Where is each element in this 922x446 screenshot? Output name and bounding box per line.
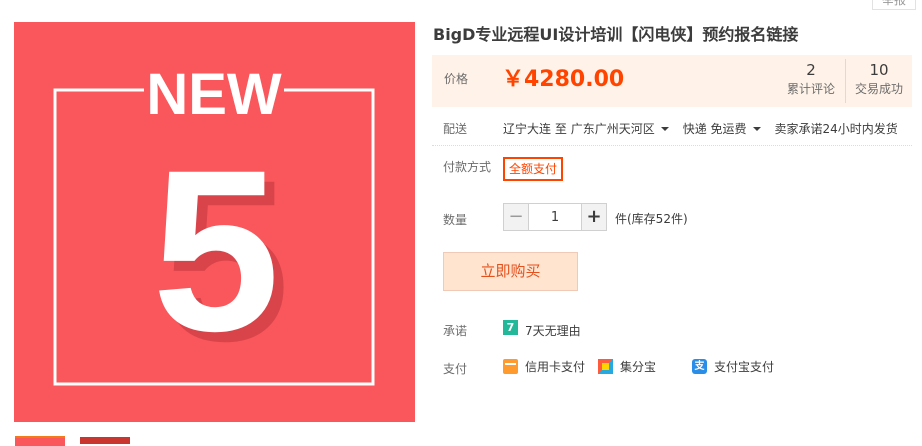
price-panel: 价格 ￥4280.00 2 累计评论 10 交易成功: [432, 55, 912, 107]
promise-label: 承诺: [443, 324, 468, 338]
sales-count: 10: [869, 61, 889, 79]
quantity-label: 数量: [443, 213, 468, 227]
pay-method-label: 集分宝: [620, 360, 657, 374]
decrease-button[interactable]: −: [503, 203, 529, 231]
ship-method-select[interactable]: 快递 免运费: [683, 122, 775, 136]
review-count: 2: [806, 61, 816, 79]
product-main-image: NEW 5 5: [14, 22, 415, 422]
payment-label: 支付: [443, 362, 468, 376]
sales-count-stat: 10 交易成功: [848, 61, 910, 97]
price-value: ￥4280.00: [502, 67, 625, 92]
payment-methods-row: 支付: [443, 360, 503, 377]
ship-to-word: 至: [554, 122, 567, 136]
pay-method-label: 信用卡支付: [525, 360, 586, 374]
payment-option-row: 付款方式: [443, 158, 503, 175]
ship-promise: 卖家承诺24小时内发货: [774, 122, 898, 136]
chevron-down-icon: [752, 127, 761, 131]
review-count-label: 累计评论: [786, 82, 835, 96]
poster-number: 5: [152, 122, 280, 379]
jifenbao-icon: [598, 359, 613, 374]
shipping-row: 配送 辽宁大连 至 广东广州天河区 快递 免运费 卖家承诺24小时内发货: [443, 120, 898, 137]
thumbnail-2[interactable]: [80, 437, 130, 444]
payment-option-label: 付款方式: [443, 160, 492, 174]
credit-card-icon: [503, 359, 518, 374]
chevron-down-icon: [660, 127, 669, 131]
quantity-row: 数量: [443, 211, 503, 228]
sales-count-label: 交易成功: [854, 82, 903, 96]
alipay-icon: 支: [692, 359, 707, 374]
stat-divider: [845, 59, 846, 103]
stock-info: 件(库存52件): [615, 212, 688, 226]
report-link[interactable]: 举报: [872, 0, 916, 10]
shipping-label: 配送: [443, 122, 468, 136]
pay-method-label: 支付宝支付: [714, 360, 775, 374]
thumbnail-1[interactable]: [15, 436, 65, 446]
section-divider: [432, 145, 912, 147]
promise-row: 承诺: [443, 322, 503, 339]
quantity-input[interactable]: [528, 203, 582, 231]
full-payment-option[interactable]: 全额支付: [503, 157, 563, 181]
ship-destination-select[interactable]: 广东广州天河区: [571, 122, 683, 136]
increase-button[interactable]: +: [581, 203, 607, 231]
seven-day-return-text[interactable]: 7天无理由: [525, 322, 581, 339]
poster-heading: NEW: [146, 62, 282, 127]
ship-from: 辽宁大连: [503, 122, 552, 136]
seven-day-return-icon: 7: [503, 320, 518, 335]
review-count-stat[interactable]: 2 累计评论: [780, 61, 842, 97]
price-label: 价格: [444, 72, 469, 86]
buy-now-button[interactable]: 立即购买: [443, 252, 578, 291]
poster-art: NEW 5 5: [14, 22, 415, 422]
product-title: BigD专业远程UI设计培训【闪电侠】预约报名链接: [433, 25, 799, 44]
